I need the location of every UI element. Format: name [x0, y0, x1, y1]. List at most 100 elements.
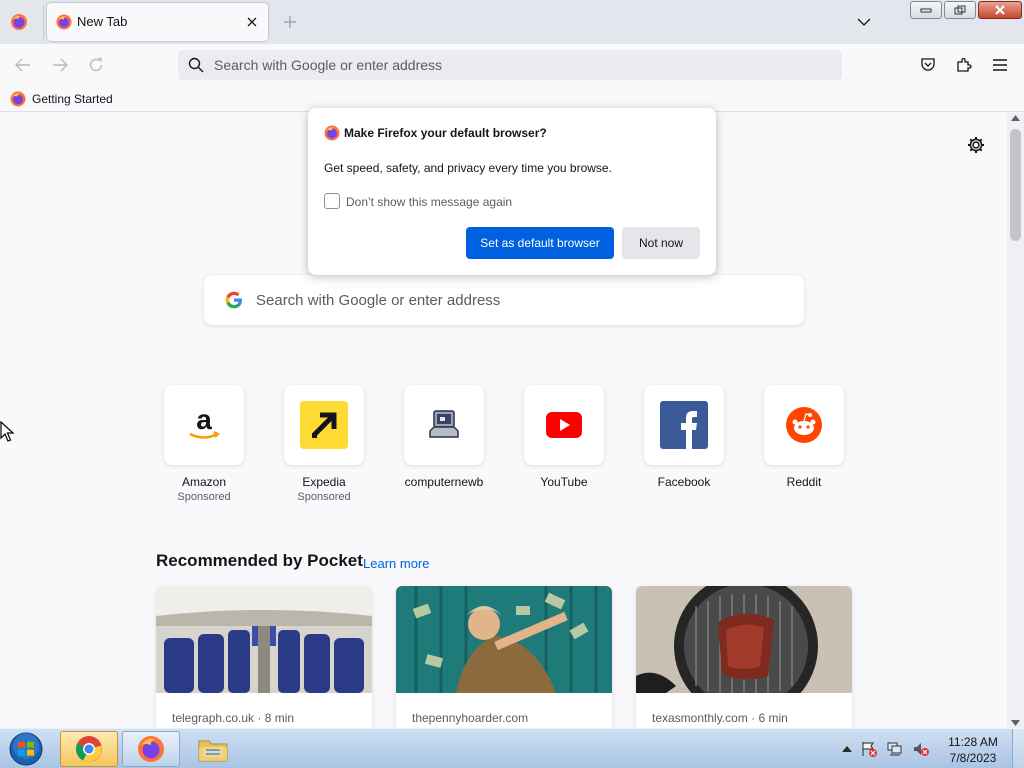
- default-browser-dialog: Make Firefox your default browser? Get s…: [308, 108, 716, 275]
- top-site-tile[interactable]: [524, 385, 604, 465]
- pocket-card[interactable]: texasmonthly.com · 6 min: [636, 586, 852, 728]
- mouse-cursor-icon: [0, 421, 14, 442]
- tab-title: New Tab: [77, 14, 128, 29]
- clock-time: 11:28 AM: [948, 735, 998, 749]
- article-source: telegraph.co.uk · 8 min: [172, 711, 295, 725]
- chrome-icon: [75, 736, 102, 762]
- newtab-search-box[interactable]: [204, 275, 804, 325]
- article-image: [396, 586, 612, 693]
- new-tab-plus-icon[interactable]: [280, 12, 300, 32]
- scroll-up-icon[interactable]: [1011, 115, 1020, 121]
- top-site-tile[interactable]: [284, 385, 364, 465]
- reddit-icon: [786, 407, 822, 443]
- taskbar-chrome[interactable]: [60, 731, 118, 767]
- pocket-card[interactable]: thepennyhoarder.com: [396, 586, 612, 728]
- gear-icon[interactable]: [966, 135, 986, 155]
- dialog-title: Make Firefox your default browser?: [344, 126, 547, 140]
- computernewb-icon: [429, 410, 459, 438]
- pocket-learn-more-link[interactable]: Learn more: [363, 556, 429, 571]
- restore-button[interactable]: [944, 1, 976, 19]
- action-center-flag-icon[interactable]: [860, 741, 878, 757]
- scroll-down-icon[interactable]: [1011, 720, 1020, 726]
- top-site-name: Expedia: [302, 475, 346, 489]
- top-site-reddit[interactable]: Reddit: [756, 385, 852, 491]
- sponsored-label: Sponsored: [297, 491, 351, 503]
- page-scrollbar[interactable]: [1007, 113, 1024, 728]
- forward-arrow-icon[interactable]: [48, 53, 72, 77]
- top-site-tile[interactable]: [404, 385, 484, 465]
- top-sites: a Amazon Sponsored Expedia Sponsored com…: [156, 385, 856, 505]
- window-controls: [910, 1, 1022, 21]
- top-site-amazon[interactable]: a Amazon Sponsored: [156, 385, 252, 503]
- volume-muted-icon[interactable]: [912, 741, 930, 757]
- sponsored-label: Sponsored: [177, 491, 231, 503]
- bookmark-label: Getting Started: [32, 92, 113, 106]
- top-site-name: Facebook: [657, 475, 711, 489]
- taskbar-file-explorer[interactable]: [184, 731, 242, 767]
- tab-strip: New Tab: [0, 0, 1024, 44]
- tab-new-tab[interactable]: New Tab: [47, 3, 268, 41]
- back-arrow-icon[interactable]: [11, 53, 35, 77]
- top-site-tile[interactable]: [644, 385, 724, 465]
- url-bar[interactable]: [178, 50, 842, 80]
- newtab-search-input[interactable]: [256, 289, 776, 311]
- show-desktop-button[interactable]: [1012, 729, 1024, 768]
- taskbar-clock[interactable]: 11:28 AM 7/8/2023: [938, 734, 1008, 766]
- top-site-name: Amazon: [181, 475, 227, 489]
- dialog-message: Get speed, safety, and privacy every tim…: [324, 161, 612, 175]
- close-window-button[interactable]: [978, 1, 1022, 19]
- extensions-icon[interactable]: [952, 53, 976, 77]
- url-input[interactable]: [214, 55, 814, 75]
- top-site-computernewb[interactable]: computernewb: [396, 385, 492, 491]
- firefox-icon: [138, 736, 164, 762]
- youtube-icon: [546, 412, 582, 438]
- article-image: [156, 586, 372, 693]
- firefox-view-icon[interactable]: [10, 13, 28, 31]
- article-image: [636, 586, 852, 718]
- scrollbar-thumb[interactable]: [1010, 129, 1021, 241]
- top-site-tile[interactable]: a: [164, 385, 244, 465]
- firefox-icon: [10, 91, 26, 107]
- facebook-icon: [660, 401, 708, 449]
- top-site-youtube[interactable]: YouTube: [516, 385, 612, 491]
- system-tray: [842, 733, 930, 765]
- dont-show-again-checkbox[interactable]: [324, 193, 340, 209]
- clock-date: 7/8/2023: [949, 751, 997, 765]
- start-button[interactable]: [4, 730, 48, 768]
- google-icon: [225, 291, 242, 309]
- pocket-card[interactable]: telegraph.co.uk · 8 min: [156, 586, 372, 728]
- article-source: thepennyhoarder.com: [412, 711, 529, 725]
- firefox-icon: [324, 125, 340, 141]
- firefox-icon: [56, 14, 72, 30]
- navigation-toolbar: [0, 44, 1024, 86]
- amazon-icon: a: [189, 407, 220, 439]
- top-site-name: computernewb: [404, 475, 484, 489]
- minimize-button[interactable]: [910, 1, 942, 19]
- bookmark-getting-started[interactable]: Getting Started: [10, 90, 113, 108]
- top-site-tile[interactable]: [764, 385, 844, 465]
- pocket-section-title: Recommended by Pocket: [156, 551, 363, 570]
- expedia-icon: [300, 401, 348, 449]
- windows-start-icon: [9, 732, 43, 766]
- network-icon[interactable]: [886, 741, 904, 757]
- top-site-expedia[interactable]: Expedia Sponsored: [276, 385, 372, 503]
- folder-icon: [198, 740, 228, 762]
- top-site-facebook[interactable]: Facebook: [636, 385, 732, 491]
- pocket-icon[interactable]: [916, 53, 940, 77]
- top-site-name: Reddit: [786, 475, 822, 489]
- top-site-name: YouTube: [540, 475, 588, 489]
- set-default-browser-button[interactable]: Set as default browser: [466, 227, 614, 259]
- taskbar: 11:28 AM 7/8/2023: [0, 728, 1024, 768]
- reload-icon[interactable]: [84, 53, 108, 77]
- tab-separator: [43, 4, 44, 40]
- article-source: texasmonthly.com · 6 min: [652, 711, 788, 725]
- search-icon: [188, 57, 204, 73]
- show-hidden-icons-icon[interactable]: [842, 745, 852, 753]
- taskbar-firefox[interactable]: [122, 731, 180, 767]
- not-now-button[interactable]: Not now: [622, 227, 700, 259]
- hamburger-menu-icon[interactable]: [988, 53, 1012, 77]
- svg-text:a: a: [196, 407, 212, 435]
- chevron-down-icon[interactable]: [854, 12, 874, 32]
- dont-show-again-label[interactable]: Don’t show this message again: [346, 195, 512, 209]
- close-tab-icon[interactable]: [242, 12, 262, 32]
